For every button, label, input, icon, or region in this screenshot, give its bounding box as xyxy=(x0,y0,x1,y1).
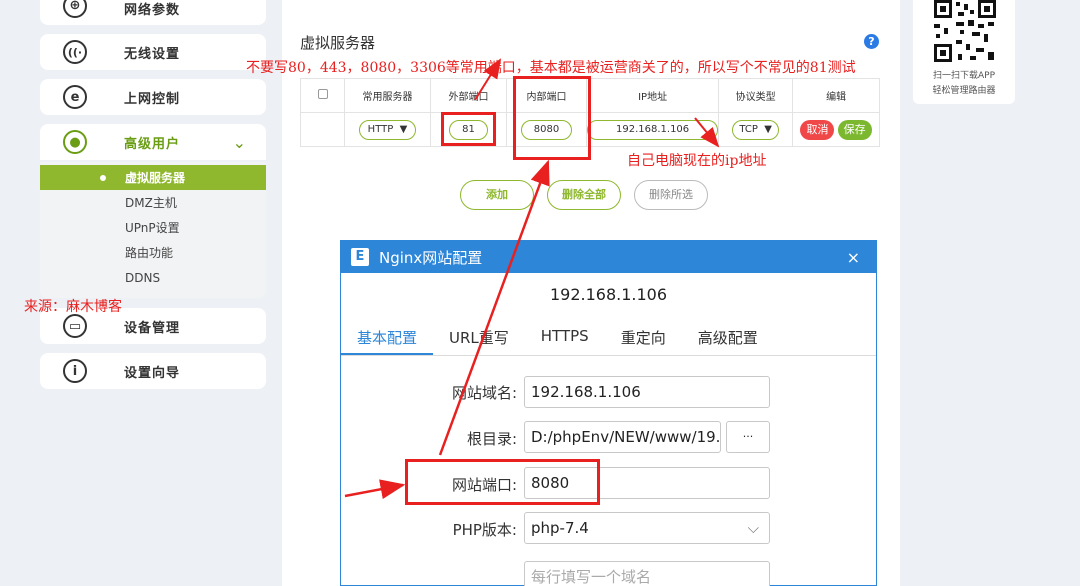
sidebar-item-label: 网络参数 xyxy=(124,3,181,18)
sidebar-item-label: 高级用户 xyxy=(124,136,181,152)
dialog-title: Nginx网站配置 xyxy=(379,248,483,267)
qr-code xyxy=(932,0,998,64)
select-all-cell[interactable] xyxy=(300,78,345,113)
sidebar-item-label: 无线设置 xyxy=(124,46,181,62)
router-icon: ▭ xyxy=(63,314,87,338)
delete-selected-button[interactable]: 删除所选 xyxy=(634,180,708,210)
col-edit: 编辑 xyxy=(792,78,880,113)
extra-domains-textarea[interactable]: 每行填写一个域名 xyxy=(524,561,770,586)
select-all-checkbox[interactable] xyxy=(317,89,328,99)
php-version-select[interactable]: php-7.4 ⌵ xyxy=(524,512,770,544)
app-logo-icon: E xyxy=(351,248,369,266)
browse-button[interactable]: ··· xyxy=(726,421,770,453)
ip-input[interactable]: 192.168.1.106 xyxy=(587,119,719,140)
user-icon: ● xyxy=(63,130,87,154)
domain-label: 网站域名: xyxy=(451,384,517,402)
highlight-ext-port xyxy=(441,112,496,146)
annotation-source: 来源：麻木博客 xyxy=(24,299,122,315)
page-title: 虚拟服务器 xyxy=(300,34,376,52)
submenu-upnp[interactable]: UPnP设置 xyxy=(40,215,266,240)
sidebar-item-internet-control[interactable]: e 上网控制 xyxy=(40,79,266,115)
internet-icon: e xyxy=(63,85,87,109)
protocol-value: TCP xyxy=(739,123,758,135)
sidebar-item-wireless[interactable]: ((· 无线设置 xyxy=(40,34,266,70)
php-version-value: php-7.4 xyxy=(531,519,589,537)
submenu-dmz[interactable]: DMZ主机 xyxy=(40,190,266,215)
advanced-submenu: 虚拟服务器 DMZ主机 UPnP设置 路由功能 DDNS xyxy=(40,162,266,298)
info-icon: i xyxy=(63,359,87,383)
sidebar-item-label: 设备管理 xyxy=(124,320,181,336)
dropdown-arrow-icon: ▼ xyxy=(764,123,772,135)
sidebar-item-label: 上网控制 xyxy=(124,91,181,107)
protocol-cell: TCP ▼ xyxy=(718,112,794,147)
submenu-virtual-server[interactable]: 虚拟服务器 xyxy=(40,165,266,190)
chevron-down-icon: ⌵ xyxy=(747,519,759,537)
root-label: 根目录: xyxy=(466,430,517,448)
submenu-routing[interactable]: 路由功能 xyxy=(40,240,266,265)
submenu-ddns[interactable]: DDNS xyxy=(40,265,266,290)
delete-all-button[interactable]: 删除全部 xyxy=(547,180,621,210)
service-select[interactable]: HTTP ▼ xyxy=(358,119,417,140)
col-ip: IP地址 xyxy=(585,78,720,113)
dialog-site-ip: 192.168.1.106 xyxy=(549,285,668,304)
row-select-cell xyxy=(300,112,345,147)
close-icon[interactable]: × xyxy=(847,248,860,267)
wifi-icon: ((· xyxy=(63,40,87,64)
tab-basic[interactable]: 基本配置 xyxy=(341,319,434,355)
highlight-dialog-port xyxy=(405,459,600,505)
col-protocol: 协议类型 xyxy=(718,78,794,113)
service-value: HTTP xyxy=(367,123,394,135)
sidebar-item-network[interactable]: ⊕ 网络参数 xyxy=(40,0,266,25)
qr-caption-2: 轻松管理路由器 xyxy=(932,86,996,96)
sidebar-item-wizard[interactable]: i 设置向导 xyxy=(40,353,266,389)
php-label: PHP版本: xyxy=(452,521,517,539)
sidebar-item-advanced[interactable]: ● 高级用户 ⌄ xyxy=(40,124,266,160)
tab-url-rewrite[interactable]: URL重写 xyxy=(433,319,525,355)
tab-redirect[interactable]: 重定向 xyxy=(605,319,682,355)
dropdown-arrow-icon: ▼ xyxy=(399,123,408,135)
help-icon[interactable]: ? xyxy=(864,34,879,49)
root-input[interactable]: D:/phpEnv/NEW/www/19. xyxy=(524,421,721,453)
dialog-tabs: 基本配置 URL重写 HTTPS 重定向 高级配置 xyxy=(341,319,876,356)
chevron-down-icon: ⌄ xyxy=(232,132,246,152)
edit-cell: 取消 保存 xyxy=(792,112,880,147)
protocol-select[interactable]: TCP ▼ xyxy=(732,119,779,140)
annotation-ip-note: 自己电脑现在的ip地址 xyxy=(627,153,767,169)
sidebar-item-label: 设置向导 xyxy=(124,365,181,381)
dialog-header: E Nginx网站配置 × xyxy=(341,241,876,273)
tab-advanced[interactable]: 高级配置 xyxy=(682,319,774,355)
domain-input[interactable]: 192.168.1.106 xyxy=(524,376,770,408)
qr-caption-1: 扫一扫下载APP xyxy=(932,71,995,81)
highlight-int-port xyxy=(513,76,591,160)
annotation-port-note: 不要写80，443，8080，3306等常用端口，基本都是被运营商关了的，所以写… xyxy=(246,60,856,76)
col-ext-port: 外部端口 xyxy=(430,78,507,113)
save-button[interactable]: 保存 xyxy=(837,119,872,140)
ip-cell: 192.168.1.106 xyxy=(585,112,720,147)
cancel-button[interactable]: 取消 xyxy=(800,119,835,140)
tab-https[interactable]: HTTPS xyxy=(525,319,605,355)
col-service: 常用服务器 xyxy=(344,78,431,113)
service-cell: HTTP ▼ xyxy=(344,112,431,147)
nginx-config-dialog: E Nginx网站配置 × 192.168.1.106 基本配置 URL重写 H… xyxy=(340,240,877,586)
add-button[interactable]: 添加 xyxy=(460,180,534,210)
globe-icon: ⊕ xyxy=(63,0,87,18)
